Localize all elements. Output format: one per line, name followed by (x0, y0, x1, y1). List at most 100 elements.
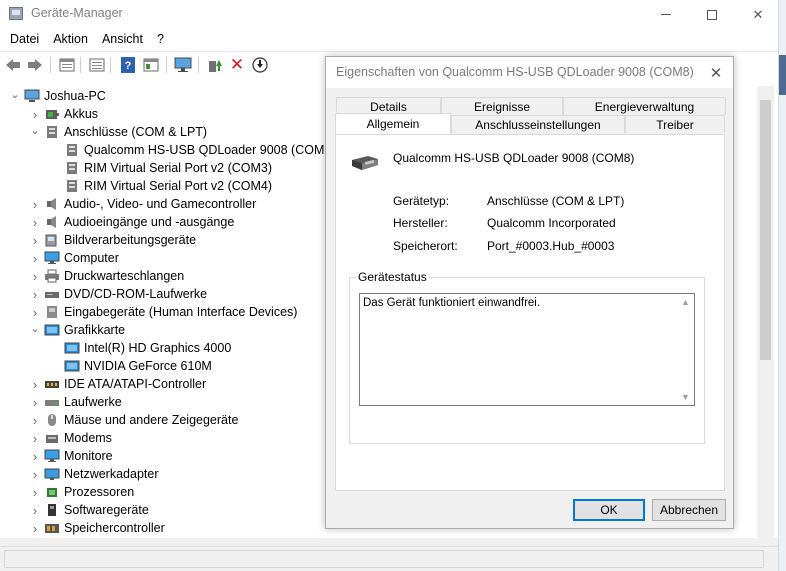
expand-chevron-icon[interactable]: › (30, 413, 40, 428)
tab-treiber[interactable]: Treiber (625, 115, 725, 133)
expand-chevron-icon[interactable]: › (30, 107, 40, 122)
toolbar-separator (166, 57, 167, 73)
expand-chevron-icon[interactable]: › (30, 215, 40, 230)
properties-button[interactable] (58, 56, 76, 74)
expand-chevron-icon[interactable]: › (30, 503, 40, 518)
tree-item-network[interactable]: › Netzwerkadapter (30, 465, 159, 483)
tree-item-port[interactable]: RIM Virtual Serial Port v2 (COM3) (60, 159, 272, 177)
tree-item-display-adapter[interactable]: Intel(R) HD Graphics 4000 (60, 339, 231, 357)
tree-item-computer[interactable]: ⌄ Joshua-PC (10, 87, 105, 105)
tree-item-drive[interactable]: › Laufwerke (30, 393, 122, 411)
forward-button[interactable] (26, 56, 44, 74)
help-icon: ? (121, 57, 135, 73)
tab-allgemein[interactable]: Allgemein (335, 113, 451, 134)
help-button[interactable]: ? (119, 56, 137, 74)
port-icon (64, 179, 80, 193)
scroll-up-icon[interactable]: ▲ (681, 297, 690, 307)
close-icon: ✕ (709, 65, 723, 82)
collapse-chevron-icon[interactable]: ⌄ (10, 89, 20, 101)
expand-chevron-icon[interactable]: › (30, 431, 40, 446)
update-driver-button[interactable] (206, 56, 224, 74)
menu-aktion[interactable]: Aktion (47, 29, 96, 50)
tab-anschlusseinstellungen[interactable]: Anschlusseinstellungen (451, 115, 625, 133)
tree-item-speaker[interactable]: › Audio-, Video- und Gamecontroller (30, 195, 256, 213)
maximize-button[interactable] (689, 0, 735, 29)
device-name: Qualcomm HS-USB QDLoader 9008 (COM8) (393, 151, 635, 165)
toolbar-separator (198, 57, 199, 73)
uninstall-x-icon: ✕ (229, 55, 245, 74)
tree-item-label: Speichercontroller (64, 521, 165, 535)
tree-item-display-adapter[interactable]: ⌄ Grafikkarte (30, 321, 125, 339)
ide-controller-icon (44, 377, 60, 391)
properties-dialog: Eigenschaften von Qualcomm HS-USB QDLoad… (325, 56, 734, 529)
ok-button[interactable]: OK (573, 499, 645, 521)
status-scrollbar[interactable]: ▲ ▼ (677, 294, 694, 405)
back-button[interactable] (4, 56, 22, 74)
tree-item-storage-controller[interactable]: › Speichercontroller (30, 519, 165, 537)
close-button[interactable]: ✕ (735, 0, 781, 29)
properties-icon (59, 58, 75, 72)
tree-item-ide-controller[interactable]: › IDE ATA/ATAPI-Controller (30, 375, 206, 393)
software-device-icon (44, 503, 60, 517)
expand-chevron-icon[interactable]: › (30, 449, 40, 464)
collapse-chevron-icon[interactable]: ⌄ (30, 323, 40, 335)
tree-item-port[interactable]: RIM Virtual Serial Port v2 (COM4) (60, 177, 272, 195)
toolbar-separator (110, 57, 111, 73)
collapse-chevron-icon[interactable]: ⌄ (30, 125, 40, 137)
scan-hardware-button[interactable] (174, 56, 192, 74)
expand-chevron-icon[interactable]: › (30, 395, 40, 410)
camera-icon (44, 233, 60, 247)
tab-energieverwaltung[interactable]: Energieverwaltung (563, 97, 726, 115)
show-hidden-button[interactable] (88, 56, 106, 74)
port-connector-icon (352, 156, 378, 170)
expand-chevron-icon[interactable]: › (30, 233, 40, 248)
tree-item-speaker[interactable]: › Audioeingänge und -ausgänge (30, 213, 234, 231)
dialog-title-bar: Eigenschaften von Qualcomm HS-USB QDLoad… (326, 57, 733, 88)
expand-chevron-icon[interactable]: › (30, 197, 40, 212)
minimize-button[interactable] (643, 0, 689, 29)
disable-device-button[interactable] (251, 56, 269, 74)
tree-item-disc[interactable]: › DVD/CD-ROM-Laufwerke (30, 285, 207, 303)
view-button[interactable] (142, 56, 160, 74)
vertical-scrollbar[interactable] (757, 86, 774, 538)
device-status-textbox[interactable]: Das Gerät funktioniert einwandfrei. ▲ ▼ (359, 293, 695, 406)
tree-item-battery[interactable]: › Akkus (30, 105, 98, 123)
status-cell (4, 550, 764, 568)
expand-chevron-icon[interactable]: › (30, 377, 40, 392)
tree-item-software-device[interactable]: › Softwaregeräte (30, 501, 149, 519)
tree-item-printer[interactable]: › Druckwarteschlangen (30, 267, 184, 285)
drive-icon (44, 395, 60, 409)
tree-item-camera[interactable]: › Bildverarbeitungsgeräte (30, 231, 196, 249)
tree-item-port[interactable]: ⌄ Anschlüsse (COM & LPT) (30, 123, 207, 141)
display-adapter-icon (64, 341, 80, 355)
expand-chevron-icon[interactable]: › (30, 269, 40, 284)
expand-chevron-icon[interactable]: › (30, 485, 40, 500)
expand-chevron-icon[interactable]: › (30, 467, 40, 482)
tree-item-mouse[interactable]: › Mäuse und andere Zeigegeräte (30, 411, 239, 429)
tree-item-port[interactable]: Qualcomm HS-USB QDLoader 9008 (COM8) (60, 141, 335, 159)
expand-chevron-icon[interactable]: › (30, 305, 40, 320)
tree-item-chip[interactable]: › Prozessoren (30, 483, 134, 501)
horizontal-scrollbar[interactable] (0, 538, 778, 546)
expand-chevron-icon[interactable]: › (30, 287, 40, 302)
tree-item-hid[interactable]: › Eingabegeräte (Human Interface Devices) (30, 303, 298, 321)
menu-ansicht[interactable]: Ansicht (96, 29, 151, 50)
tab-ereignisse[interactable]: Ereignisse (441, 97, 563, 115)
expand-chevron-icon[interactable]: › (30, 521, 40, 536)
tree-item-label: RIM Virtual Serial Port v2 (COM4) (84, 179, 273, 193)
menu-help[interactable]: ? (151, 29, 172, 50)
tree-item-monitor[interactable]: › Computer (30, 249, 119, 267)
device-status-legend: Gerätestatus (356, 270, 429, 284)
tree-item-monitor[interactable]: › Monitore (30, 447, 113, 465)
uninstall-button[interactable]: ✕ (228, 56, 246, 74)
cancel-button[interactable]: Abbrechen (652, 499, 726, 521)
scrollbar-thumb[interactable] (760, 100, 771, 360)
back-arrow-icon (6, 59, 20, 71)
scroll-down-icon[interactable]: ▼ (681, 392, 690, 402)
dialog-close-button[interactable]: ✕ (706, 63, 726, 83)
menu-datei[interactable]: Datei (0, 29, 47, 50)
tree-item-display-adapter[interactable]: NVIDIA GeForce 610M (60, 357, 212, 375)
tree-item-label: Monitore (64, 449, 113, 463)
expand-chevron-icon[interactable]: › (30, 251, 40, 266)
tree-item-modem[interactable]: › Modems (30, 429, 112, 447)
